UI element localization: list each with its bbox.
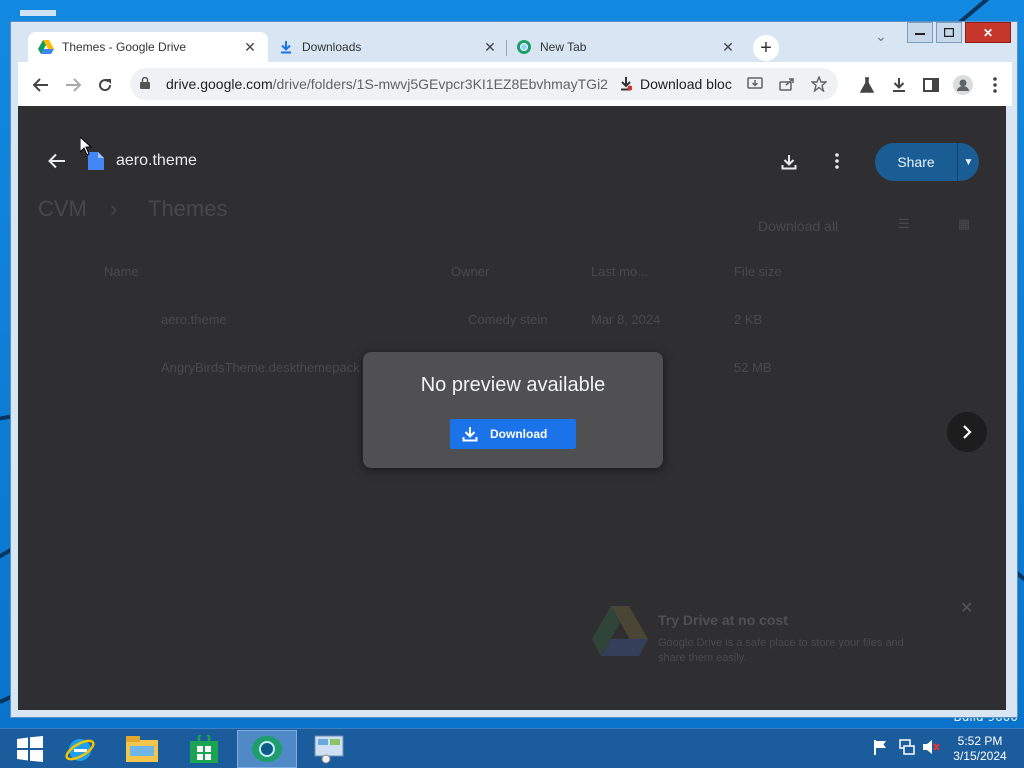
chromium-browser-taskbar-icon[interactable] [237, 730, 297, 768]
close-window-button[interactable]: ✕ [965, 22, 1011, 43]
share-label: Share [897, 154, 935, 170]
row-size: 52 MB [734, 360, 772, 375]
share-button[interactable]: Share ▼ [875, 143, 979, 181]
back-arrow-icon[interactable] [46, 150, 68, 172]
more-options-icon[interactable] [826, 150, 848, 172]
list-view-icon: ☰ [898, 216, 910, 231]
row-owner: Comedy stein [468, 312, 548, 327]
download-blocked-icon [620, 77, 632, 91]
address-bar[interactable]: drive.google.com/drive/folders/1S-mwvj5G… [130, 68, 838, 100]
download-button[interactable]: Download [450, 419, 576, 449]
column-header-owner: Owner [451, 264, 490, 279]
windows-store-icon[interactable] [174, 730, 234, 768]
bookmark-star-icon[interactable] [810, 75, 828, 93]
tab-strip: Themes - Google Drive ✕ Downloads ✕ New … [11, 22, 1017, 62]
viewer-file-name: aero.theme [116, 152, 197, 169]
download-all-button: Download all [758, 218, 839, 234]
tab-label: Themes - Google Drive [62, 40, 187, 54]
file-explorer-icon[interactable] [112, 730, 172, 768]
profile-avatar-icon[interactable] [952, 74, 974, 96]
desktop-wallpaper-line [958, 0, 1023, 24]
breadcrumb-root: CVM [38, 196, 87, 221]
chrome-icon [516, 39, 532, 55]
google-drive-icon [38, 39, 54, 55]
speaker-muted-icon[interactable] [922, 739, 940, 758]
no-preview-text: No preview available [420, 374, 606, 396]
row-name: aero.theme [161, 312, 227, 327]
browser-toolbar: drive.google.com/drive/folders/1S-mwvj5G… [18, 62, 1012, 106]
grid-view-icon: ▦ [958, 216, 971, 231]
download-blocked-chip[interactable]: Download bloc [620, 76, 740, 92]
download-icon [450, 426, 490, 442]
column-header-modified: Last mo... [591, 264, 649, 279]
install-app-icon[interactable] [746, 75, 764, 93]
breadcrumb-folder: Themes [148, 196, 228, 221]
breadcrumb-separator: › [110, 196, 118, 221]
downloads-icon[interactable] [888, 74, 910, 96]
control-panel-icon[interactable] [299, 730, 359, 768]
tab-search-icon[interactable]: ⌄ [875, 28, 887, 45]
close-icon[interactable]: ✕ [720, 39, 736, 56]
drive-promo-card: Try Drive at no cost Google Drive is a s… [578, 600, 978, 686]
forward-arrow-icon[interactable] [62, 74, 84, 96]
browser-window: Themes - Google Drive ✕ Downloads ✕ New … [10, 21, 1018, 718]
lock-icon [140, 76, 156, 92]
reload-icon[interactable] [94, 74, 116, 96]
row-modified: Mar 8, 2024 [591, 312, 661, 327]
tab-new-tab[interactable]: New Tab ✕ [506, 32, 746, 62]
maximize-button[interactable] [936, 22, 962, 43]
google-drive-logo-icon [592, 606, 648, 656]
network-icon[interactable] [899, 739, 915, 758]
url-text: drive.google.com/drive/folders/1S-mwvj5G… [166, 76, 608, 92]
download-icon [278, 39, 294, 55]
promo-text: Google Drive is a safe place to store yo… [658, 637, 904, 664]
labs-flask-icon[interactable] [856, 74, 878, 96]
minimize-button[interactable] [907, 22, 933, 43]
internet-explorer-icon[interactable] [50, 730, 110, 768]
action-center-flag-icon[interactable] [874, 739, 888, 758]
column-header-size: File size [734, 264, 782, 279]
no-preview-dialog: No preview available Download [363, 352, 663, 468]
close-icon: ✕ [960, 600, 974, 617]
tab-label: Downloads [302, 40, 362, 54]
row-size: 2 KB [734, 312, 763, 327]
tab-label: New Tab [540, 40, 587, 54]
new-tab-button[interactable]: + [753, 35, 779, 61]
close-icon[interactable]: ✕ [482, 39, 498, 56]
download-label: Download [490, 427, 548, 441]
back-arrow-icon[interactable] [30, 74, 52, 96]
download-icon[interactable] [778, 152, 800, 172]
tab-downloads[interactable]: Downloads ✕ [268, 32, 508, 62]
recycle-bin-icon[interactable] [20, 10, 56, 16]
side-panel-icon[interactable] [920, 74, 942, 96]
row-name: AngryBirdsTheme.deskthemepack [161, 360, 360, 375]
clock-date: 3/15/2024 [953, 749, 1007, 763]
next-file-button[interactable] [947, 412, 987, 452]
drive-content-area: CVM › Themes Download all ☰ ▦ Name Owner… [18, 106, 1006, 710]
menu-more-icon[interactable] [984, 74, 1006, 96]
share-page-icon[interactable] [778, 75, 796, 93]
close-icon[interactable]: ✕ [242, 39, 258, 56]
column-header-name: Name [104, 264, 139, 279]
mouse-cursor-icon [80, 137, 92, 155]
promo-title: Try Drive at no cost [658, 612, 788, 628]
clock-time: 5:52 PM [957, 734, 1003, 748]
tab-google-drive[interactable]: Themes - Google Drive ✕ [28, 32, 268, 62]
taskbar: 5:52 PM 3/15/2024 [0, 728, 1024, 768]
chevron-down-icon[interactable]: ▼ [957, 143, 979, 181]
system-clock[interactable]: 5:52 PM 3/15/2024 [950, 734, 1010, 764]
